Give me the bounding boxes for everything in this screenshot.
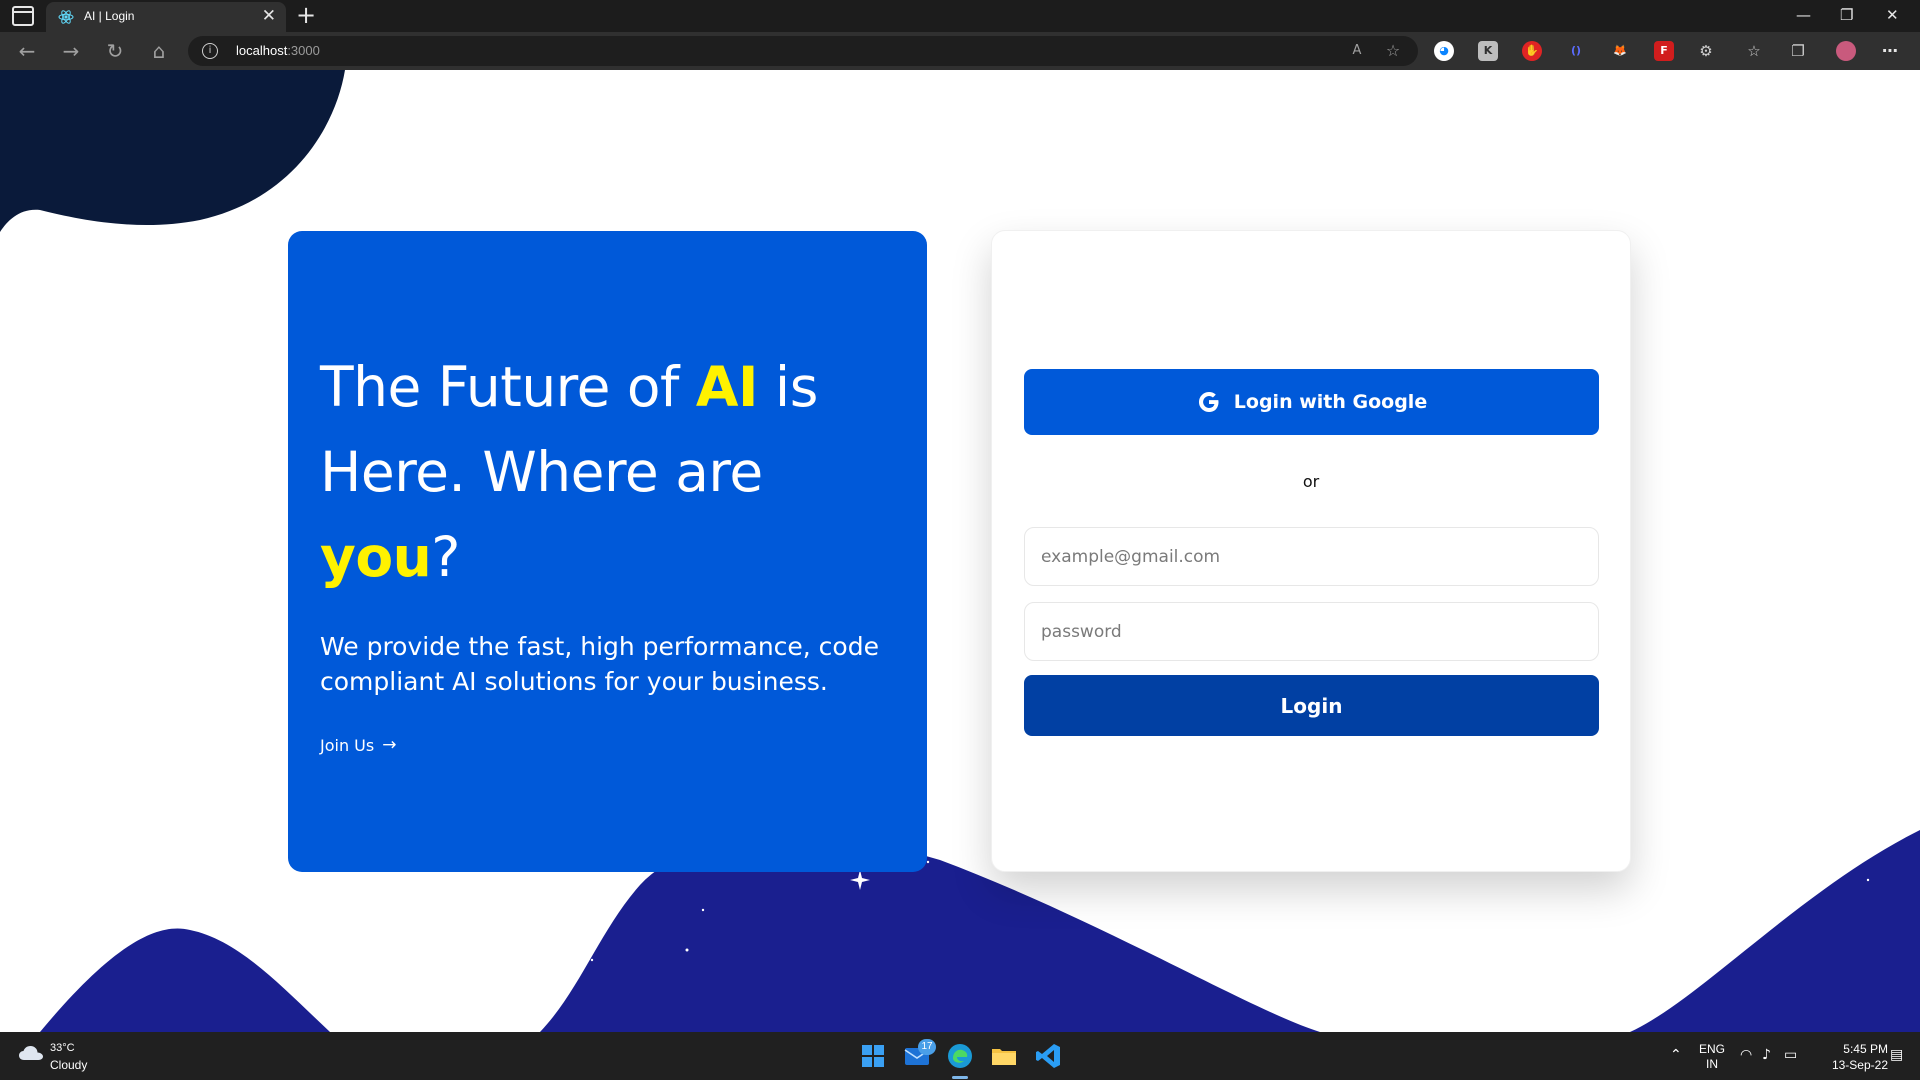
google-login-button[interactable]: Login with Google bbox=[1024, 369, 1599, 435]
close-window-button[interactable]: ✕ bbox=[1886, 4, 1899, 26]
url-text: localhost:3000 bbox=[236, 43, 320, 58]
clock-time[interactable]: 5:45 PM bbox=[1818, 1042, 1888, 1056]
join-us-link[interactable]: Join Us → bbox=[320, 735, 396, 755]
new-tab-button[interactable]: + bbox=[296, 1, 316, 29]
active-tab[interactable]: AI | Login ✕ bbox=[46, 2, 286, 32]
login-button[interactable]: Login bbox=[1024, 675, 1599, 736]
react-icon bbox=[58, 10, 74, 24]
language-line2[interactable]: IN bbox=[1696, 1057, 1728, 1071]
extension-f-icon[interactable]: F bbox=[1654, 41, 1674, 61]
arrow-right-icon: → bbox=[382, 735, 397, 755]
refresh-icon[interactable]: ↻ bbox=[102, 38, 128, 64]
google-login-label: Login with Google bbox=[1233, 391, 1428, 413]
windows-start-icon[interactable] bbox=[858, 1041, 888, 1071]
forward-icon[interactable]: → bbox=[58, 38, 84, 64]
home-icon[interactable]: ⌂ bbox=[146, 38, 172, 64]
join-us-label: Join Us bbox=[320, 735, 375, 755]
extension-braces-icon[interactable]: () bbox=[1566, 41, 1586, 61]
hero-title: The Future of AI is Here. Where are you? bbox=[320, 345, 900, 600]
login-card: Login with Google or Login bbox=[991, 230, 1631, 872]
password-input[interactable] bbox=[1024, 602, 1599, 661]
file-explorer-icon[interactable] bbox=[989, 1041, 1019, 1071]
extensions-puzzle-icon[interactable]: ⚙ bbox=[1696, 41, 1716, 61]
mail-badge: 17 bbox=[918, 1039, 936, 1055]
windows-taskbar: 33°C Cloudy 17 ⌃ ENG IN ◠ ♪ ▭ 5:45 PM 13… bbox=[0, 1032, 1920, 1080]
login-page: The Future of AI is Here. Where are you?… bbox=[0, 70, 1920, 1032]
hero-panel: The Future of AI is Here. Where are you?… bbox=[288, 231, 927, 872]
hero-highlight-you: you bbox=[320, 525, 432, 589]
url-host: localhost bbox=[236, 43, 288, 58]
or-divider: or bbox=[1302, 472, 1320, 491]
url-port: :3000 bbox=[287, 43, 320, 58]
extension-fox-icon[interactable]: 🦊 bbox=[1610, 41, 1630, 61]
weather-description[interactable]: Cloudy bbox=[50, 1058, 87, 1072]
read-aloud-icon[interactable]: A bbox=[1344, 38, 1370, 64]
profile-avatar[interactable] bbox=[1836, 41, 1856, 61]
browser-toolbar: ← → ↻ ⌂ i localhost:3000 A ☆ ◕ K ✋ () 🦊 … bbox=[0, 32, 1920, 70]
hero-highlight-ai: AI bbox=[695, 355, 759, 419]
favorites-icon[interactable]: ☆ bbox=[1744, 41, 1764, 61]
clock-date[interactable]: 13-Sep-22 bbox=[1818, 1058, 1888, 1072]
minimize-button[interactable]: — bbox=[1796, 4, 1811, 26]
battery-icon[interactable]: ▭ bbox=[1784, 1047, 1797, 1063]
hero-title-text: ? bbox=[431, 525, 460, 589]
top-left-blob bbox=[0, 70, 345, 232]
language-line1[interactable]: ENG bbox=[1696, 1042, 1728, 1056]
tab-bar: AI | Login ✕ + — ❐ ✕ bbox=[0, 0, 1920, 32]
back-icon[interactable]: ← bbox=[14, 38, 40, 64]
tab-actions-button[interactable] bbox=[12, 6, 34, 26]
hero-subtitle: We provide the fast, high performance, c… bbox=[320, 632, 879, 696]
favorite-star-icon[interactable]: ☆ bbox=[1380, 38, 1406, 64]
cloud-icon[interactable] bbox=[18, 1044, 44, 1062]
extension-color-icon[interactable]: ◕ bbox=[1434, 41, 1454, 61]
address-bar[interactable]: i localhost:3000 A ☆ bbox=[188, 36, 1418, 66]
restore-button[interactable]: ❐ bbox=[1840, 4, 1853, 26]
collections-icon[interactable]: ❐ bbox=[1788, 41, 1808, 61]
edge-browser-icon[interactable] bbox=[945, 1041, 975, 1071]
email-input[interactable] bbox=[1024, 527, 1599, 586]
more-menu-icon[interactable]: ⋯ bbox=[1880, 41, 1900, 61]
chevron-up-icon[interactable]: ⌃ bbox=[1670, 1047, 1682, 1063]
extension-k-icon[interactable]: K bbox=[1478, 41, 1498, 61]
notification-icon[interactable]: ▤ bbox=[1890, 1047, 1903, 1063]
volume-icon[interactable]: ♪ bbox=[1762, 1047, 1771, 1063]
site-info-icon[interactable]: i bbox=[202, 43, 218, 59]
google-icon bbox=[1198, 392, 1219, 412]
hero-title-text: The Future of bbox=[320, 355, 696, 419]
tab-title: AI | Login bbox=[84, 9, 135, 23]
tab-close-icon[interactable]: ✕ bbox=[262, 6, 276, 26]
vscode-icon[interactable] bbox=[1033, 1041, 1063, 1071]
wifi-icon[interactable]: ◠ bbox=[1740, 1047, 1752, 1063]
active-app-indicator bbox=[952, 1076, 968, 1079]
weather-temperature[interactable]: 33°C bbox=[50, 1042, 75, 1054]
extension-stop-icon[interactable]: ✋ bbox=[1522, 41, 1542, 61]
